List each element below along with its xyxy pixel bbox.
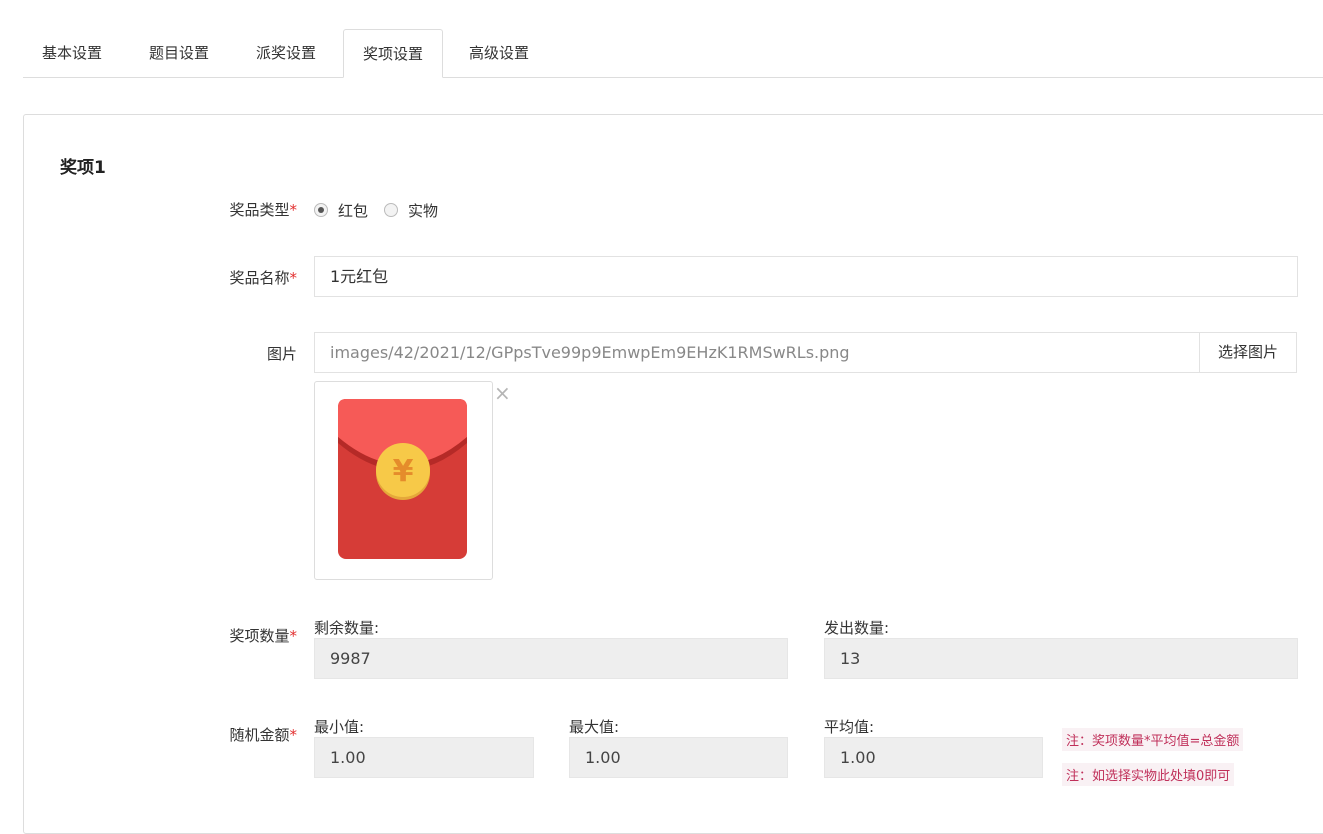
image-preview: ¥ bbox=[314, 381, 493, 580]
required-mark: * bbox=[289, 269, 298, 287]
prize-type-label: 奖品类型* bbox=[229, 201, 298, 219]
required-mark: * bbox=[289, 726, 298, 744]
section-title: 奖项1 bbox=[60, 158, 106, 178]
min-value-label: 最小值: bbox=[314, 718, 365, 736]
tab-prize-distribution-settings[interactable]: 派奖设置 bbox=[237, 29, 335, 78]
yuan-coin-glyph: ¥ bbox=[393, 454, 414, 489]
image-label: 图片 bbox=[266, 345, 297, 363]
prize-quantity-label: 奖项数量* bbox=[229, 627, 298, 645]
max-value-input[interactable]: 1.00 bbox=[569, 737, 788, 778]
radio-physical-item[interactable]: 实物 bbox=[384, 200, 438, 221]
prize-name-label: 奖品名称* bbox=[229, 269, 298, 287]
radio-label-red-envelope: 红包 bbox=[338, 201, 369, 220]
issued-quantity-field: 13 bbox=[824, 638, 1298, 679]
random-amount-label: 随机金额* bbox=[229, 726, 298, 744]
tab-advanced-settings[interactable]: 高级设置 bbox=[450, 29, 548, 78]
radio-red-envelope[interactable]: 红包 bbox=[314, 200, 368, 221]
radio-checked-icon[interactable] bbox=[314, 203, 328, 217]
avg-value-input[interactable]: 1.00 bbox=[824, 737, 1043, 778]
required-mark: * bbox=[289, 201, 298, 219]
red-envelope-icon: ¥ bbox=[338, 399, 467, 559]
prize-name-input[interactable]: 1元红包 bbox=[314, 256, 1298, 297]
tab-question-settings[interactable]: 题目设置 bbox=[130, 29, 228, 78]
radio-unchecked-icon[interactable] bbox=[384, 203, 399, 217]
tab-prize-item-settings[interactable]: 奖项设置 bbox=[343, 29, 444, 78]
tab-basic-settings[interactable]: 基本设置 bbox=[23, 29, 121, 78]
avg-value-label: 平均值: bbox=[824, 718, 875, 736]
total-amount-note: 注：奖项数量*平均值=总金额 bbox=[1062, 728, 1244, 751]
physical-item-note: 注：如选择实物此处填0即可 bbox=[1062, 763, 1235, 786]
image-path-input[interactable]: images/42/2021/12/GPpsTve99p9EmwpEm9EHzK… bbox=[314, 332, 1200, 373]
remove-image-icon[interactable]: × bbox=[494, 383, 511, 403]
required-mark: * bbox=[289, 627, 298, 645]
issued-quantity-label: 发出数量: bbox=[824, 619, 890, 637]
max-value-label: 最大值: bbox=[569, 718, 620, 736]
prize-type-radio-group: 红包 实物 bbox=[314, 199, 454, 221]
remaining-quantity-field: 9987 bbox=[314, 638, 788, 679]
select-image-button[interactable]: 选择图片 bbox=[1199, 332, 1297, 373]
settings-tabs: 基本设置 题目设置 派奖设置 奖项设置 高级设置 bbox=[23, 29, 1323, 78]
radio-label-physical-item: 实物 bbox=[408, 201, 439, 220]
min-value-input[interactable]: 1.00 bbox=[314, 737, 534, 778]
remaining-quantity-label: 剩余数量: bbox=[314, 619, 380, 637]
